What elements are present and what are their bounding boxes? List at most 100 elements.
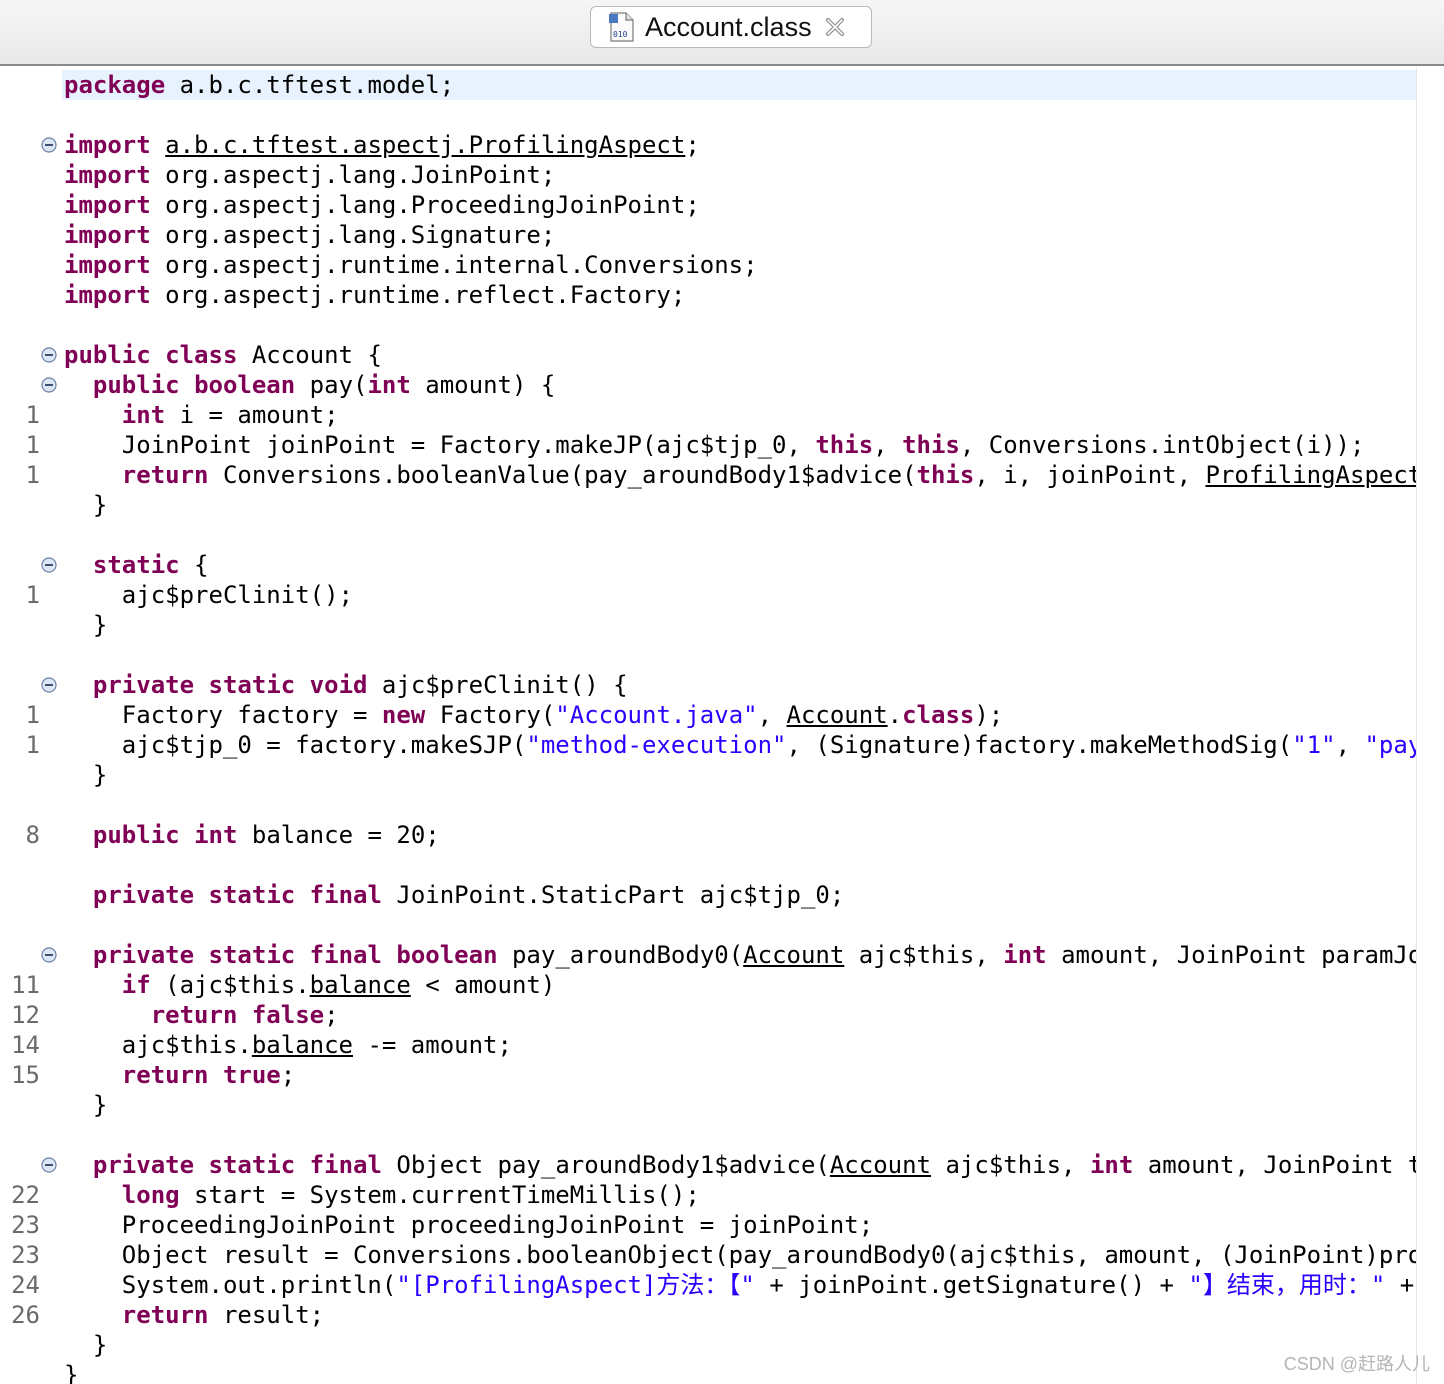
code-line[interactable]: if (ajc$this.balance < amount) <box>64 970 556 1000</box>
code-token: + <box>1399 1271 1415 1299</box>
code-token: a.b.c.tftest.model; <box>165 71 455 99</box>
line-number: 1 <box>25 731 40 759</box>
code-line[interactable]: System.out.println("[ProfilingAspect]方法：… <box>64 1270 1416 1300</box>
type-link-token[interactable]: balance <box>252 1031 353 1059</box>
code-line[interactable]: } <box>64 1360 78 1384</box>
keyword-token: false <box>251 1001 325 1029</box>
svg-text:010: 010 <box>613 30 628 39</box>
fold-collapse-icon[interactable] <box>41 137 57 153</box>
keyword-token: this <box>902 431 960 459</box>
code-line[interactable]: static { <box>64 550 209 580</box>
line-number: 26 <box>11 1301 40 1329</box>
code-token: start = System.currentTimeMillis(); <box>179 1181 700 1209</box>
code-token: , i, joinPoint, <box>974 461 1206 489</box>
code-line[interactable]: ajc$preClinit(); <box>64 580 353 610</box>
line-number: 23 <box>11 1241 40 1269</box>
code-line[interactable]: import org.aspectj.lang.JoinPoint; <box>64 160 555 190</box>
fold-collapse-icon[interactable] <box>41 1157 57 1173</box>
code-line[interactable]: private static void ajc$preClinit() { <box>64 670 628 700</box>
code-line[interactable]: public int balance = 20; <box>64 820 440 850</box>
code-token: Factory( <box>425 701 556 729</box>
code-line[interactable]: return true; <box>64 1060 295 1090</box>
code-line[interactable]: package a.b.c.tftest.model; <box>64 70 454 100</box>
code-editor[interactable]: 1 1 1 1 1 1 8 11 12 14 15 22 23 23 24 26 package a.b.c.… <box>0 68 1444 1384</box>
code-line[interactable]: ajc$this.balance -= amount; <box>64 1030 512 1060</box>
code-token: -= amount; <box>353 1031 512 1059</box>
line-number: 22 <box>11 1181 40 1209</box>
line-number: 24 <box>11 1271 40 1299</box>
keyword-token: static <box>208 1151 296 1179</box>
tab-account-class[interactable]: 010 Account.class <box>590 6 872 48</box>
code-line[interactable]: private static final JoinPoint.StaticPar… <box>64 880 844 910</box>
code-line[interactable]: } <box>64 1090 107 1120</box>
tab-title: Account.class <box>645 11 812 42</box>
string-token: "pay" <box>1364 731 1416 759</box>
line-number: 8 <box>25 821 40 849</box>
code-line[interactable]: import org.aspectj.lang.ProceedingJoinPo… <box>64 190 700 220</box>
code-line[interactable]: int i = amount; <box>64 400 339 430</box>
type-link-token[interactable]: balance <box>310 971 411 999</box>
keyword-token: static <box>92 551 180 579</box>
code-line[interactable]: ProceedingJoinPoint proceedingJoinPoint … <box>64 1210 873 1240</box>
type-link-token[interactable]: ProfilingAspect <box>1206 461 1417 489</box>
code-token: (ajc$this. <box>150 971 310 999</box>
close-icon[interactable] <box>824 16 846 38</box>
code-line[interactable]: import org.aspectj.runtime.internal.Conv… <box>64 250 758 280</box>
fold-collapse-icon[interactable] <box>41 557 57 573</box>
line-number: 15 <box>11 1061 40 1089</box>
code-token: ; <box>280 1061 296 1089</box>
code-token: pay( <box>295 371 368 399</box>
keyword-token: public <box>64 341 151 369</box>
code-line[interactable]: long start = System.currentTimeMillis(); <box>64 1180 700 1210</box>
keyword-token: long <box>121 1181 180 1209</box>
code-line[interactable]: } <box>64 1330 107 1360</box>
type-link-token[interactable]: Account <box>830 1151 931 1179</box>
code-line[interactable]: } <box>64 760 107 790</box>
code-line[interactable]: public boolean pay(int amount) { <box>64 370 555 400</box>
type-link-token[interactable]: Account <box>743 941 844 969</box>
code-line[interactable]: public class Account { <box>64 340 382 370</box>
code-token: JoinPoint joinPoint = Factory.makeJP(ajc… <box>64 431 816 459</box>
code-token: ajc$this. <box>64 1031 252 1059</box>
code-line[interactable]: } <box>64 490 107 520</box>
code-line[interactable]: return result; <box>64 1300 324 1330</box>
code-line[interactable]: Object result = Conversions.booleanObjec… <box>64 1240 1416 1270</box>
keyword-token: boolean <box>396 941 498 969</box>
code-area[interactable]: package a.b.c.tftest.model; import a.b.c.… <box>64 68 1416 1384</box>
keyword-token: return <box>121 1061 209 1089</box>
fold-collapse-icon[interactable] <box>41 677 57 693</box>
code-token: , (Signature)factory.makeMethodSig( <box>786 731 1293 759</box>
keyword-token: package <box>64 71 166 99</box>
code-line[interactable]: return false; <box>64 1000 339 1030</box>
keyword-token: import <box>64 191 151 219</box>
fold-collapse-icon[interactable] <box>41 347 57 363</box>
code-line[interactable]: private static final Object pay_aroundBo… <box>64 1150 1416 1180</box>
code-line[interactable]: private static final boolean pay_aroundB… <box>64 940 1416 970</box>
string-token: "method-execution" <box>526 731 787 759</box>
fold-collapse-icon[interactable] <box>41 377 57 393</box>
code-line[interactable]: Factory factory = new Factory("Account.j… <box>64 700 1003 730</box>
fold-collapse-icon[interactable] <box>41 947 57 963</box>
keyword-token: static <box>208 881 296 909</box>
code-token: Account { <box>237 341 382 369</box>
code-line[interactable]: ajc$tjp_0 = factory.makeSJP("method-exec… <box>64 730 1416 760</box>
code-line[interactable]: import org.aspectj.lang.Signature; <box>64 220 555 250</box>
code-token: { <box>179 551 209 579</box>
code-line[interactable]: return Conversions.booleanValue(pay_arou… <box>64 460 1416 490</box>
code-token: pay_aroundBody0( <box>497 941 744 969</box>
type-link-token[interactable]: Account <box>787 701 888 729</box>
code-line[interactable]: } <box>64 610 107 640</box>
code-line[interactable]: import org.aspectj.runtime.reflect.Facto… <box>64 280 685 310</box>
code-line[interactable]: JoinPoint joinPoint = Factory.makeJP(ajc… <box>64 430 1365 460</box>
code-line[interactable]: import a.b.c.tftest.aspectj.ProfilingAsp… <box>64 130 700 160</box>
code-token: , <box>1335 731 1365 759</box>
line-number-gutter: 1 1 1 1 1 1 8 11 12 14 15 22 23 23 24 26 <box>0 68 62 1384</box>
type-link-token[interactable]: a.b.c.tftest.aspectj.ProfilingAspect <box>165 131 685 159</box>
